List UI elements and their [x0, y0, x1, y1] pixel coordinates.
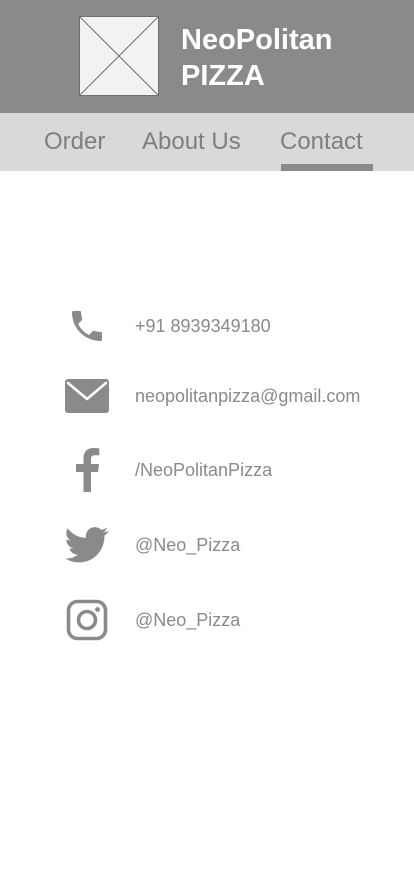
email-address: neopolitanpizza@gmail.com	[135, 386, 361, 406]
contact-twitter[interactable]: @Neo_Pizza	[0, 521, 414, 569]
phone-icon	[60, 302, 114, 350]
contact-instagram[interactable]: @Neo_Pizza	[0, 596, 414, 644]
contact-phone[interactable]: +91 8939349180	[0, 302, 414, 350]
twitter-icon	[60, 521, 114, 569]
brand-line-2: PIZZA	[181, 60, 265, 92]
instagram-icon	[60, 596, 114, 644]
facebook-icon	[60, 446, 114, 494]
brand-name: NeoPolitan PIZZA	[181, 22, 332, 94]
facebook-handle: /NeoPolitanPizza	[135, 460, 273, 480]
tab-order[interactable]: Order	[44, 127, 105, 157]
twitter-handle: @Neo_Pizza	[135, 535, 241, 555]
tab-contact[interactable]: Contact	[280, 127, 363, 157]
phone-number: +91 8939349180	[135, 316, 271, 336]
image-placeholder-icon	[79, 16, 159, 96]
mail-icon	[60, 372, 114, 420]
contact-facebook[interactable]: /NeoPolitanPizza	[0, 446, 414, 494]
nav-bar: Order About Us Contact	[0, 113, 414, 171]
brand-line-1: NeoPolitan	[181, 24, 333, 56]
active-tab-indicator	[281, 164, 373, 171]
tab-about-us[interactable]: About Us	[142, 127, 241, 157]
instagram-handle: @Neo_Pizza	[135, 610, 241, 630]
app-header: NeoPolitan PIZZA	[0, 0, 414, 113]
contact-email[interactable]: neopolitanpizza@gmail.com	[0, 372, 414, 420]
